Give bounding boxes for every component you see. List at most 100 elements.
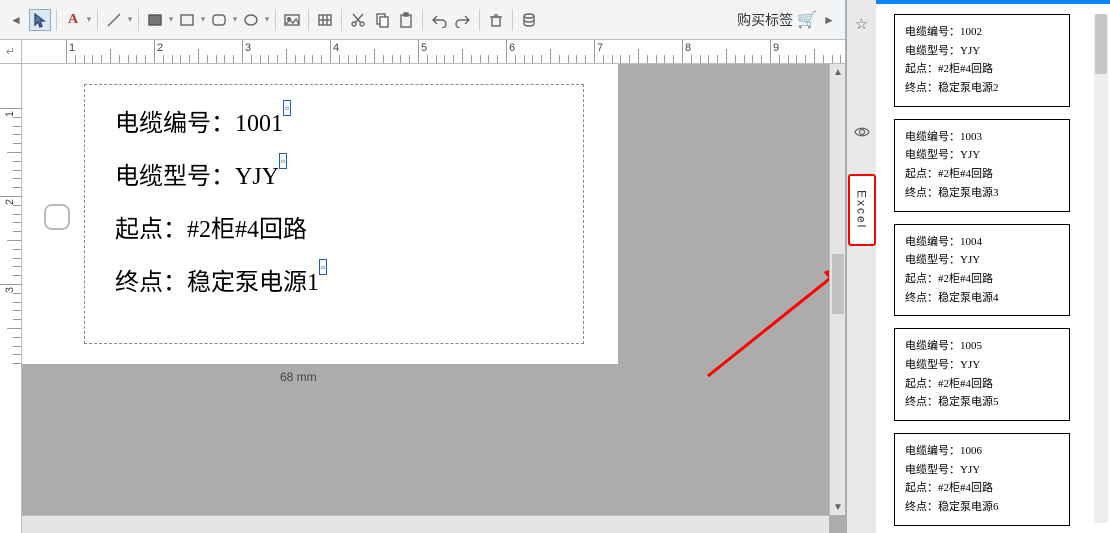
preview-row: 电缆型号：YJY	[905, 356, 1059, 375]
field-value: 1001	[235, 111, 283, 137]
scroll-thumb[interactable]	[832, 254, 844, 314]
toolbar: ◄ A ▾ ▾ ▾ ▾ ▾ ▾	[0, 0, 845, 40]
preview-row: 终点：稳定泵电源6	[905, 498, 1059, 517]
side-tab-preview[interactable]	[848, 114, 876, 154]
field-value: 稳定泵电源1	[187, 270, 319, 296]
field-key: 终点：	[115, 270, 187, 296]
copy-button[interactable]	[371, 9, 393, 31]
preview-panel: 电缆编号：1002电缆型号：YJY起点：#2柜#4回路终点：稳定泵电源2电缆编号…	[876, 0, 1110, 533]
preview-row: 终点：稳定泵电源4	[905, 289, 1059, 308]
ruler-row: ↵ 123456789	[0, 40, 845, 64]
ellipse-tool[interactable]	[240, 9, 262, 31]
cart-icon[interactable]: 🛒	[797, 10, 817, 30]
preview-row: 终点：稳定泵电源3	[905, 184, 1059, 203]
database-button[interactable]	[518, 9, 540, 31]
preview-card[interactable]: 电缆编号：1004电缆型号：YJY起点：#2柜#4回路终点：稳定泵电源4	[894, 224, 1070, 317]
separator	[56, 9, 57, 31]
ellipse-dropdown[interactable]: ▾	[263, 9, 271, 31]
app-root: ◄ A ▾ ▾ ▾ ▾ ▾ ▾	[0, 0, 1110, 533]
rect-outline-dropdown[interactable]: ▾	[199, 9, 207, 31]
preview-row: 起点：#2柜#4回路	[905, 165, 1059, 184]
field-end[interactable]: 终点：稳定泵电源1▫	[85, 262, 583, 297]
table-tool[interactable]	[314, 9, 336, 31]
text-tool[interactable]: A	[62, 9, 84, 31]
datasource-marker-icon: ▫	[279, 153, 287, 169]
canvas-scrollbar-horizontal[interactable]	[22, 515, 829, 533]
filled-rect-dropdown[interactable]: ▾	[167, 9, 175, 31]
paste-button[interactable]	[395, 9, 417, 31]
work-area: 123 电缆编号：1001▫ 电缆型号：YJY▫ 起点：#2柜#4回路 终点：稳…	[0, 64, 845, 533]
nav-prev-button[interactable]: ◄	[5, 9, 27, 31]
separator	[422, 9, 423, 31]
preview-row: 电缆型号：YJY	[905, 42, 1059, 61]
rounded-rect-tool[interactable]	[208, 9, 230, 31]
pointer-tool[interactable]	[29, 9, 51, 31]
field-key: 电缆型号：	[115, 164, 235, 190]
page-size-label: 68 mm	[280, 370, 317, 384]
ruler-vertical[interactable]: 123	[0, 64, 22, 533]
scroll-up-icon[interactable]: ▲	[830, 64, 845, 80]
preview-card[interactable]: 电缆编号：1005电缆型号：YJY起点：#2柜#4回路终点：稳定泵电源5	[894, 328, 1070, 421]
separator	[341, 9, 342, 31]
separator	[512, 9, 513, 31]
canvas-scrollbar-vertical[interactable]: ▲ ▼	[829, 64, 845, 515]
scroll-thumb[interactable]	[1095, 14, 1107, 74]
preview-row: 起点：#2柜#4回路	[905, 375, 1059, 394]
buy-labels-link[interactable]: 购买标签	[737, 10, 793, 30]
preview-row: 电缆型号：YJY	[905, 146, 1059, 165]
page: 电缆编号：1001▫ 电缆型号：YJY▫ 起点：#2柜#4回路 终点：稳定泵电源…	[22, 64, 618, 364]
filled-rect-tool[interactable]	[144, 9, 166, 31]
field-key: 起点：	[115, 217, 187, 243]
cut-button[interactable]	[347, 9, 369, 31]
field-value: YJY	[235, 164, 279, 190]
separator	[479, 9, 480, 31]
preview-row: 电缆编号：1004	[905, 233, 1059, 252]
label-select-checkbox[interactable]	[44, 204, 70, 230]
preview-list: 电缆编号：1002电缆型号：YJY起点：#2柜#4回路终点：稳定泵电源2电缆编号…	[894, 14, 1102, 526]
redo-button[interactable]	[452, 9, 474, 31]
preview-card[interactable]: 电缆编号：1003电缆型号：YJY起点：#2柜#4回路终点：稳定泵电源3	[894, 119, 1070, 212]
scroll-down-icon[interactable]: ▼	[830, 499, 845, 515]
line-tool[interactable]	[103, 9, 125, 31]
side-tab-rail: ☆ Excel	[846, 0, 876, 533]
preview-row: 电缆编号：1006	[905, 442, 1059, 461]
text-tool-dropdown[interactable]: ▾	[85, 9, 93, 31]
separator	[97, 9, 98, 31]
preview-row: 电缆编号：1003	[905, 128, 1059, 147]
nav-next-button[interactable]: ►	[818, 9, 840, 31]
field-key: 电缆编号：	[115, 111, 235, 137]
preview-card[interactable]: 电缆编号：1002电缆型号：YJY起点：#2柜#4回路终点：稳定泵电源2	[894, 14, 1070, 107]
datasource-marker-icon: ▫	[319, 259, 327, 275]
preview-row: 起点：#2柜#4回路	[905, 60, 1059, 79]
preview-row: 电缆型号：YJY	[905, 461, 1059, 480]
preview-row: 电缆编号：1005	[905, 337, 1059, 356]
preview-row: 电缆编号：1002	[905, 23, 1059, 42]
rounded-rect-dropdown[interactable]: ▾	[231, 9, 239, 31]
preview-scrollbar[interactable]	[1094, 14, 1108, 523]
ruler-origin[interactable]: ↵	[0, 40, 22, 64]
side-tab-excel-label: Excel	[855, 190, 869, 229]
image-tool[interactable]	[281, 9, 303, 31]
eye-icon	[854, 124, 870, 144]
canvas[interactable]: 电缆编号：1001▫ 电缆型号：YJY▫ 起点：#2柜#4回路 终点：稳定泵电源…	[22, 64, 845, 533]
line-tool-dropdown[interactable]: ▾	[126, 9, 134, 31]
field-value: #2柜#4回路	[187, 217, 307, 243]
annotation-arrow-icon	[698, 236, 845, 436]
field-start[interactable]: 起点：#2柜#4回路	[85, 209, 583, 244]
label-frame[interactable]: 电缆编号：1001▫ 电缆型号：YJY▫ 起点：#2柜#4回路 终点：稳定泵电源…	[84, 84, 584, 344]
rect-outline-tool[interactable]	[176, 9, 198, 31]
preview-card[interactable]: 电缆编号：1006电缆型号：YJY起点：#2柜#4回路终点：稳定泵电源6	[894, 433, 1070, 526]
separator	[275, 9, 276, 31]
undo-button[interactable]	[428, 9, 450, 31]
field-cable-model[interactable]: 电缆型号：YJY▫	[85, 156, 583, 191]
side-tab-excel[interactable]: Excel	[848, 174, 876, 246]
preview-row: 起点：#2柜#4回路	[905, 270, 1059, 289]
delete-button[interactable]	[485, 9, 507, 31]
preview-row: 终点：稳定泵电源5	[905, 393, 1059, 412]
ruler-horizontal[interactable]: 123456789	[22, 40, 845, 64]
separator	[138, 9, 139, 31]
field-cable-number[interactable]: 电缆编号：1001▫	[85, 103, 583, 138]
side-tab-favorites[interactable]: ☆	[848, 4, 876, 44]
preview-row: 电缆型号：YJY	[905, 251, 1059, 270]
preview-row: 终点：稳定泵电源2	[905, 79, 1059, 98]
